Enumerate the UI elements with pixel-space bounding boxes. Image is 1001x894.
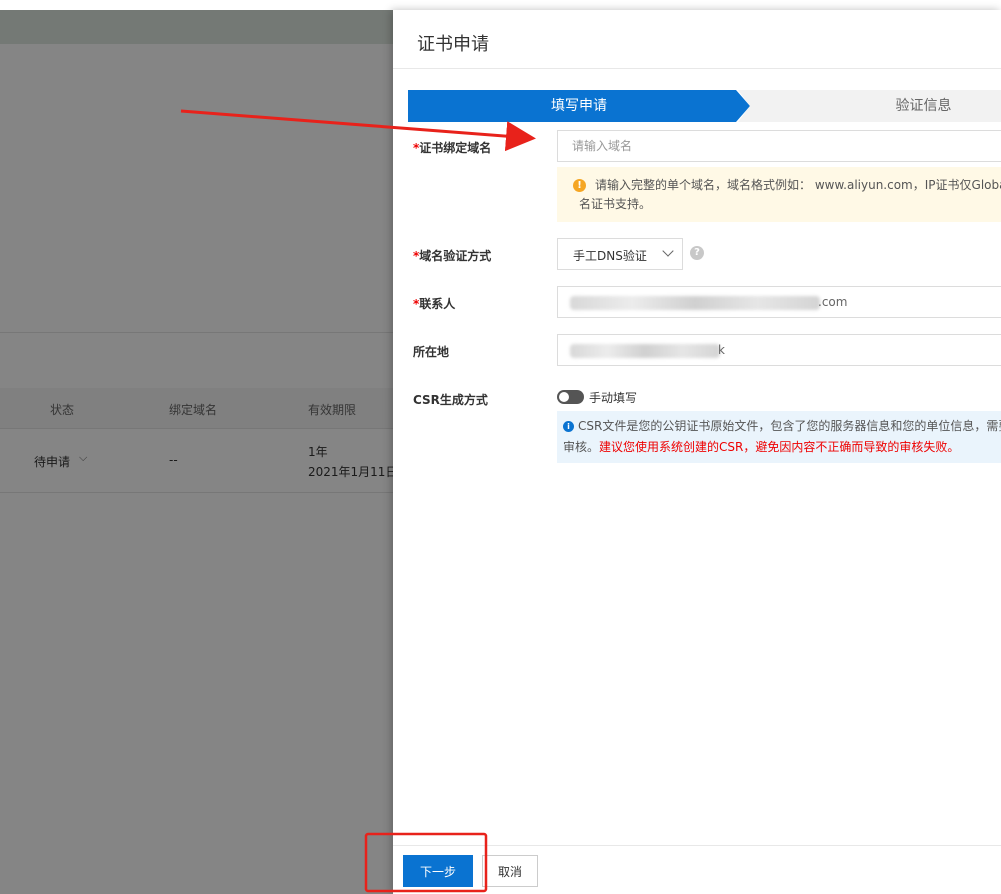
verify-method-label-text: 域名验证方式 <box>419 249 492 263</box>
drawer-title: 证书申请 <box>417 34 489 55</box>
cancel-button[interactable]: 取消 <box>482 855 538 887</box>
csr-toggle-label: 手动填写 <box>589 391 638 405</box>
step-verify-info: 验证信息 <box>738 90 1001 122</box>
verify-method-value: 手工DNS验证 <box>573 249 647 263</box>
location-suffix: k <box>718 343 725 357</box>
domain-tip-line2: 名证书支持。 <box>579 197 652 211</box>
verify-method-select[interactable]: 手工DNS验证 <box>557 238 683 270</box>
verify-method-label: *域名验证方式 <box>413 247 491 264</box>
contact-suffix: .com <box>818 295 848 309</box>
drawer-header-divider <box>393 68 1001 69</box>
domain-tip-text: 请输入完整的单个域名，域名格式例如： www.aliyun.com，IP证书仅G… <box>579 176 1001 214</box>
contact-label: *联系人 <box>413 295 455 312</box>
contact-label-text: 联系人 <box>419 297 456 311</box>
step-label-inactive: 验证信息 <box>895 98 952 114</box>
csr-label: CSR生成方式 <box>413 393 488 407</box>
step-label-active: 填写申请 <box>551 98 607 114</box>
domain-tip-box: ! 请输入完整的单个域名，域名格式例如： www.aliyun.com，IP证书… <box>557 167 1001 222</box>
step-indicator: 填写申请 验证信息 <box>408 90 1001 122</box>
contact-input[interactable]: .com <box>557 286 1001 318</box>
next-step-button[interactable]: 下一步 <box>403 855 473 887</box>
domain-tip-line1: 请输入完整的单个域名，域名格式例如： www.aliyun.com，IP证书仅G… <box>595 178 1001 192</box>
toggle-knob <box>559 392 569 402</box>
location-input[interactable]: k <box>557 334 1001 366</box>
domain-input[interactable] <box>557 130 1001 162</box>
chevron-down-icon <box>662 245 674 257</box>
footer-divider <box>393 845 1001 846</box>
certificate-apply-drawer: 证书申请 填写申请 验证信息 *证书绑定域名 ! 请输入完整的单个域名，域名格式… <box>393 10 1001 894</box>
csr-info-text: CSR文件是您的公钥证书原始文件，包含了您的服务器信息和您的单位信息，需要心审核… <box>563 416 1001 458</box>
help-icon[interactable]: ? <box>690 246 704 260</box>
csr-info-line: CSR文件是您的公钥证书原始文件，包含了您的服务器信息和您的单位信息，需要 <box>578 419 1001 433</box>
warning-icon: ! <box>573 179 586 192</box>
location-label: 所在地 <box>413 345 450 359</box>
step-fill-application: 填写申请 <box>408 90 750 122</box>
top-strip <box>0 0 1001 10</box>
blurred-contact-value <box>570 296 820 310</box>
blurred-location-value <box>570 344 720 358</box>
csr-manual-toggle[interactable] <box>557 390 584 404</box>
domain-label-text: 证书绑定域名 <box>419 141 492 155</box>
csr-info-warning: 建议您使用系统创建的CSR，避免因内容不正确而导致的审核失败。 <box>599 440 960 454</box>
domain-label: *证书绑定域名 <box>413 139 491 156</box>
csr-info-box: i CSR文件是您的公钥证书原始文件，包含了您的服务器信息和您的单位信息，需要心… <box>557 411 1001 463</box>
